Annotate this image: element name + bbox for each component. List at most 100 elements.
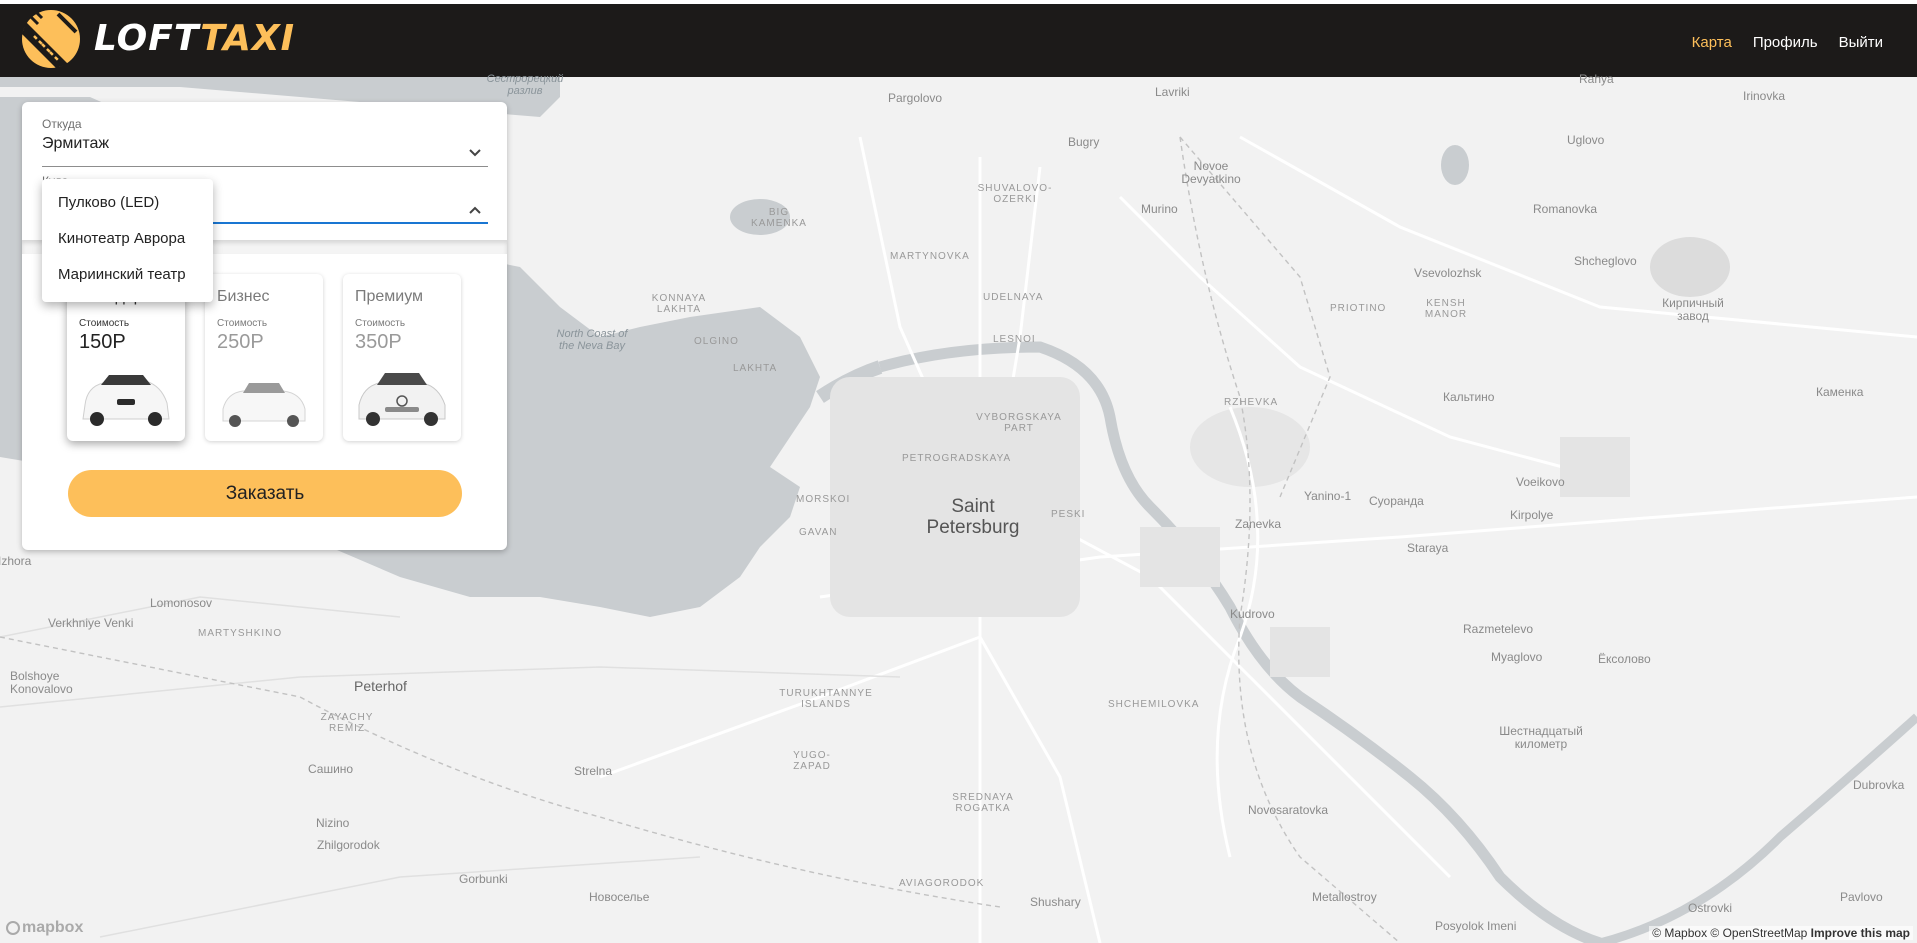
logo-text-loft: LOFT [94,18,201,59]
map-place: LAKHTA [733,363,778,374]
map-place: TURUKHTANNYE ISLANDS [779,688,873,710]
map-place: MARTYSHKINO [198,628,283,639]
logo-text-taxi: TAXI [200,18,296,59]
from-label: Откуда [42,117,82,131]
map-place: Zanevka [1235,517,1282,531]
from-underline [42,166,488,167]
map-place: Dubrovka [1853,778,1905,792]
map-place: Каменка [1816,385,1864,399]
map-place: Новоселье [589,890,650,904]
map-place: RZHEVKA [1224,397,1279,408]
destination-dropdown: Пулково (LED) Кинотеатр Аврора Мариински… [42,179,213,302]
tariff-cost-label: Стоимость [79,318,130,329]
map-place: KONNAYA LAKHTA [651,293,707,315]
map-place: Кирпичный завод [1662,296,1724,324]
map-place: Kirpolye [1510,508,1554,522]
map-place: Lavriki [1155,85,1190,99]
logo[interactable]: LOFTTAXI [20,8,295,70]
improve-map-link[interactable]: Improve this map [1811,926,1910,940]
map-place: MORSKOI [796,494,851,505]
chevron-down-icon[interactable] [468,146,482,160]
map-place: Shushary [1030,895,1081,909]
map-place: Ostrovki [1688,901,1733,915]
map-place: Lomonosov [150,596,213,610]
map-place: Bugry [1068,135,1100,149]
map-place: Peterhof [354,678,407,694]
logo-text: LOFTTAXI [94,21,295,57]
map-place: Razmetelevo [1463,622,1534,636]
map-place: Zhilgorodok [317,838,380,852]
attribution-text[interactable]: © Mapbox © OpenStreetMap [1652,926,1807,940]
main-nav: Карта Профиль Выйти [1692,34,1883,51]
dropdown-option[interactable]: Пулково (LED) [42,185,213,221]
dropdown-option[interactable]: Мариинский театр [42,257,213,293]
map-place: Metallostroy [1312,890,1377,904]
car-premium-icon [358,373,446,426]
map-place: Strelna [574,764,613,778]
tariff-price: 150Р [79,331,126,353]
map-place: North Coast of the Neva Bay [556,328,628,353]
map-place: Staraya [1407,541,1449,555]
map-place: Voeikovo [1516,475,1565,489]
mapbox-logo[interactable]: mapbox [6,919,83,937]
tariff-price: 250Р [217,331,264,353]
map-place: BIG KAMENKA [751,207,807,229]
tariff-card-premium[interactable]: Премиум Стоимость 350Р [343,274,461,441]
map-place: Novoe Devyatkino [1181,159,1241,187]
map-place: GAVAN [799,527,838,538]
map-place: Uglovo [1567,133,1605,147]
from-field[interactable]: Откуда Эрмитаж [42,117,488,167]
map-place: Shcheglovo [1574,254,1637,268]
mapbox-logo-icon [6,921,20,935]
map-city-label: Saint Petersburg [926,496,1020,538]
logo-icon [22,10,80,68]
map-place: Ёксолово [1598,652,1651,666]
map-place: KENSH MANOR [1424,298,1468,320]
map-place: PETROGRADSKAYA [902,453,1012,464]
map-place: Шестнадцатый километр [1499,724,1583,752]
tariff-title: Бизнес [217,288,270,305]
map-place: Суоранда [1369,494,1424,508]
map-place: MARTYNOVKA [890,251,970,262]
map-place: Romanovka [1533,202,1598,216]
map-place: SHCHEMILOVKA [1108,699,1200,710]
map-place: Rahya [1579,72,1614,86]
map-place: Yanino-1 [1304,489,1352,503]
map-place: AVIAGORODOK [899,878,985,889]
from-value[interactable]: Эрмитаж [42,135,488,155]
map-place: Pavlovo [1840,890,1883,904]
map-place: Сашино [308,762,354,776]
map-place: LESNOI [993,334,1036,345]
tariff-title: Премиум [355,288,424,305]
chevron-up-icon[interactable] [468,203,482,217]
map-place: Pargolovo [888,91,943,105]
order-button[interactable]: Заказать [68,470,462,517]
map-place: UDELNAYA [983,292,1044,303]
car-standard-icon [82,375,170,426]
map-place: SHUVALOVO-OZERKI [977,183,1053,205]
map-place: Irinovka [1743,89,1786,103]
map-place: YUGO-ZAPAD [793,750,831,772]
map-place: Novosaratovka [1248,803,1329,817]
app-header: LOFTTAXI Карта Профиль Выйти [0,0,1917,77]
map-place: OLGINO [694,336,739,347]
dropdown-option[interactable]: Кинотеатр Аврора [42,221,213,257]
nav-profile[interactable]: Профиль [1753,34,1818,51]
tariff-card-business[interactable]: Бизнес Стоимость 250Р [205,274,323,441]
map-place: Izhora [0,554,32,568]
map-place: PRIOTINO [1330,303,1387,314]
map-place: Murino [1141,202,1178,216]
nav-logout[interactable]: Выйти [1839,34,1883,51]
map-attribution: © Mapbox © OpenStreetMap Improve this ma… [1649,926,1913,940]
map-place: Posyolok Imeni [1435,919,1517,933]
car-business-icon [222,383,306,427]
order-panel: Откуда Эрмитаж Куда Стандарт Стоимость 1… [22,102,507,550]
tariff-price: 350Р [355,331,402,353]
map-place: Myaglovo [1491,650,1543,664]
map-place: SREDNAYA ROGATKA [952,792,1014,814]
map-place: Nizino [316,816,350,830]
map-place: Сестрорецкий разлив [486,73,564,98]
map-place: Verkhniye Venki [48,616,134,630]
nav-map[interactable]: Карта [1692,34,1732,51]
map-place: VYBORGSKAYA PART [976,412,1062,434]
